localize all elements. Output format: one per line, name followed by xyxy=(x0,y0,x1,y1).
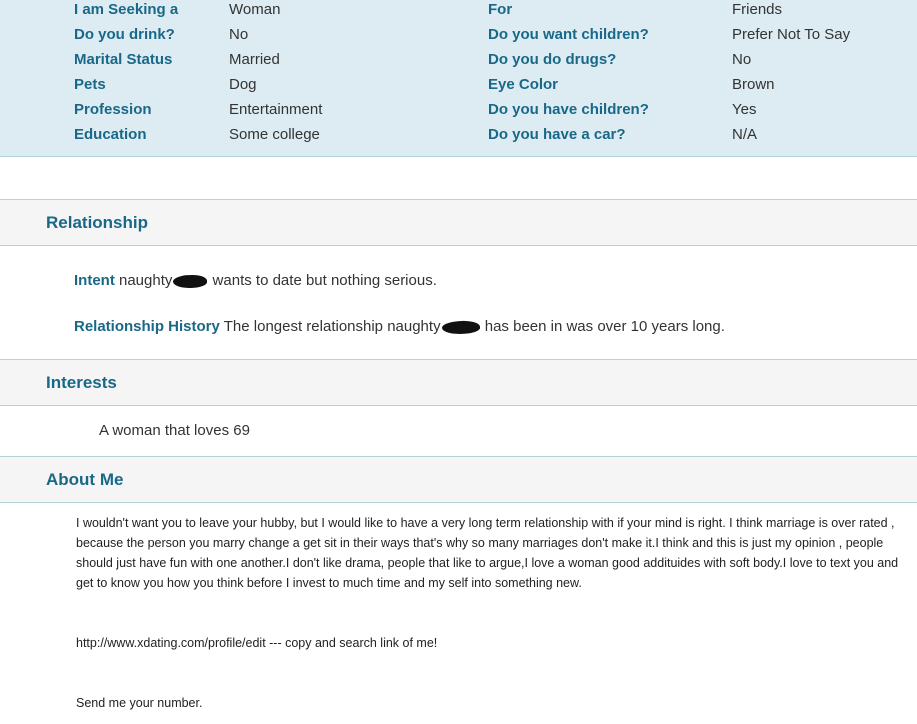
profession-label: Profession xyxy=(74,101,152,118)
history-label: Relationship History xyxy=(74,318,220,335)
about-closing-text: Send me your number. xyxy=(76,696,203,710)
about-title: About Me xyxy=(46,470,124,489)
want-children-label: Do you want children? xyxy=(488,26,649,43)
about-link-text: http://www.xdating.com/profile/edit --- … xyxy=(76,636,438,650)
marital-status-label: Marital Status xyxy=(74,51,173,68)
education-value: Some college xyxy=(229,126,320,143)
eye-color-label: Eye Color xyxy=(488,76,559,93)
profile-details-panel: I am Seeking a Woman Do you drink? No Ma… xyxy=(0,0,917,157)
interests-header: Interests xyxy=(0,360,917,406)
intent-label: Intent xyxy=(74,272,115,289)
redaction-mark xyxy=(441,319,480,335)
education-label: Education xyxy=(74,126,147,143)
drink-label: Do you drink? xyxy=(74,26,175,43)
relationship-body: Intent naughty wants to date but nothing… xyxy=(0,246,917,360)
have-children-value: Yes xyxy=(732,101,757,118)
seeking-value: Woman xyxy=(229,1,281,18)
pets-label: Pets xyxy=(74,76,106,93)
intent-line: Intent naughty wants to date but nothing… xyxy=(74,271,437,291)
seeking-label: I am Seeking a xyxy=(74,1,179,18)
about-header: About Me xyxy=(0,457,917,503)
interests-body: A woman that loves 69 xyxy=(0,406,917,457)
about-paragraph: I wouldn't want you to leave your hubby,… xyxy=(76,516,899,590)
intent-text: wants to date but nothing serious. xyxy=(208,272,437,289)
history-line: Relationship History The longest relatio… xyxy=(74,317,725,337)
for-label: For xyxy=(488,1,513,18)
have-car-label: Do you have a car? xyxy=(488,126,626,143)
interests-text: A woman that loves 69 xyxy=(99,422,250,439)
about-body: I wouldn't want you to leave your hubby,… xyxy=(0,503,917,724)
history-pre: The longest relationship naughty xyxy=(219,318,441,335)
intent-pre: naughty xyxy=(119,272,173,289)
profession-value: Entertainment xyxy=(229,101,323,118)
want-children-value: Prefer Not To Say xyxy=(732,26,851,43)
eye-color-value: Brown xyxy=(732,76,775,93)
drugs-label: Do you do drugs? xyxy=(488,51,617,68)
interests-title: Interests xyxy=(46,373,117,392)
have-car-value: N/A xyxy=(732,126,758,143)
redaction-mark xyxy=(172,273,208,289)
for-value: Friends xyxy=(732,1,783,18)
relationship-header: Relationship xyxy=(0,200,917,246)
history-text: has been in was over 10 years long. xyxy=(480,318,725,335)
spacer-row xyxy=(0,157,917,200)
marital-status-value: Married xyxy=(229,51,280,68)
have-children-label: Do you have children? xyxy=(488,101,649,118)
pets-value: Dog xyxy=(229,76,257,93)
relationship-title: Relationship xyxy=(46,213,149,232)
drink-value: No xyxy=(229,26,249,43)
drugs-value: No xyxy=(732,51,752,68)
